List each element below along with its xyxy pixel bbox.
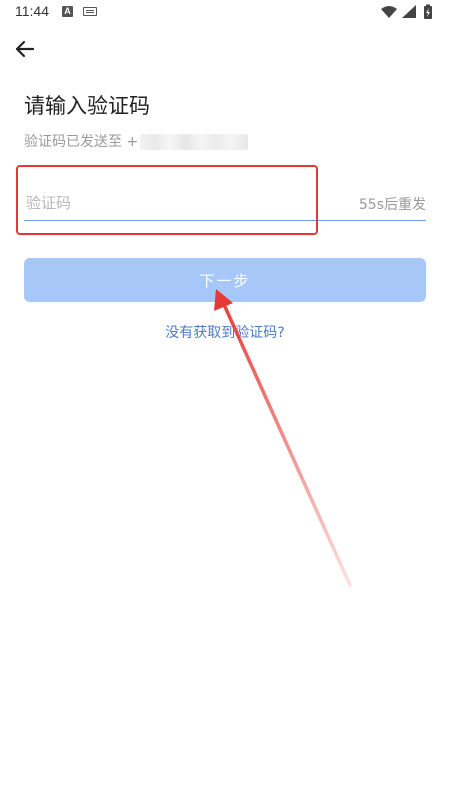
code-sent-to: 验证码已发送至 +: [24, 131, 249, 151]
masked-phone-number: [140, 134, 249, 150]
arrow-left-icon: [15, 40, 35, 58]
wifi-icon: [381, 6, 397, 18]
keyboard-icon: [83, 7, 97, 16]
status-time: 11:44: [15, 3, 49, 19]
no-code-received-link[interactable]: 没有获取到验证码?: [0, 322, 450, 342]
code-input-row: 55s后重发: [24, 186, 426, 221]
next-step-button[interactable]: 下一步: [24, 258, 426, 302]
code-sent-to-label: 验证码已发送至 +: [24, 134, 139, 150]
verification-code-input[interactable]: [24, 186, 326, 220]
resend-countdown: 55s后重发: [358, 197, 426, 213]
annotation-arrow: [214, 289, 352, 587]
signal-icon: [402, 5, 416, 18]
status-icons: [381, 4, 432, 19]
page-title: 请输入验证码: [24, 94, 150, 118]
battery-charging-icon: [424, 4, 432, 19]
notification-a-icon: A: [62, 6, 73, 17]
status-bar: 11:44 A: [0, 0, 450, 24]
back-button[interactable]: [12, 36, 38, 62]
